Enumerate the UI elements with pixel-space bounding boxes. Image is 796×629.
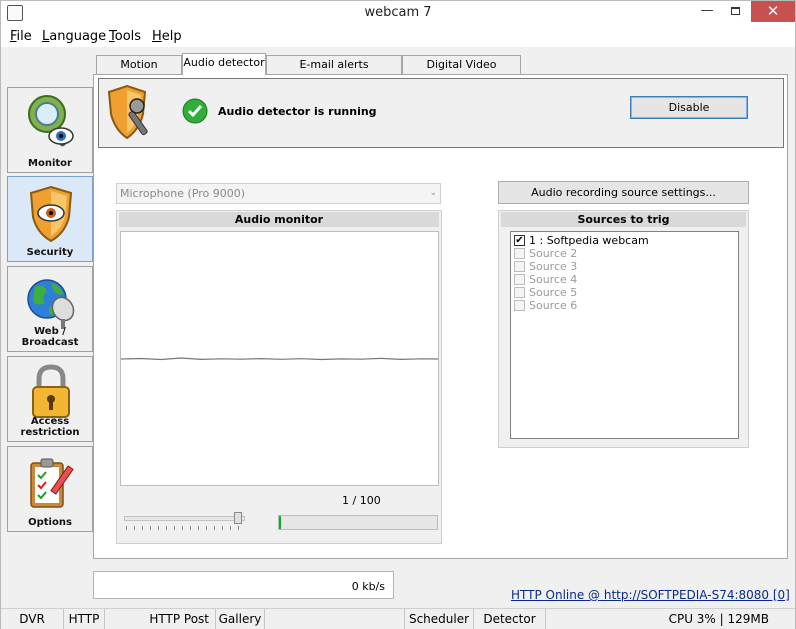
status-dvr[interactable]: DVR: [1, 609, 64, 629]
clipboard-pencil-icon: [30, 458, 74, 508]
maximize-icon: [730, 7, 740, 15]
sensitivity-slider[interactable]: [124, 516, 245, 521]
tab-digital-video-recording[interactable]: Digital Video Recording: [402, 55, 521, 88]
app-window: webcam 7 — ✕ File Language Tools Help Mo…: [0, 0, 796, 629]
check-ok-icon: [182, 98, 208, 124]
audio-monitor-title: Audio monitor: [119, 212, 439, 227]
waveform-line: [121, 357, 438, 361]
http-online-link[interactable]: HTTP Online @ http://SOFTPEDIA-S74:8080 …: [511, 588, 790, 602]
audio-monitor-group: Audio monitor 1 / 100: [116, 210, 442, 544]
sidebar-item-security[interactable]: Security: [7, 176, 93, 262]
audio-source-settings-button[interactable]: Audio recording source settings...: [498, 181, 749, 204]
sources-to-trig-title: Sources to trig: [501, 212, 746, 227]
audio-counter: 1 / 100: [342, 494, 381, 507]
source-checkbox: [514, 248, 525, 259]
menu-file[interactable]: File: [10, 29, 32, 44]
minimize-button[interactable]: —: [694, 1, 720, 22]
sidebar-item-options[interactable]: Options: [7, 446, 93, 532]
source-checkbox: [514, 274, 525, 285]
window-title: webcam 7: [364, 5, 432, 20]
sidebar-item-monitor[interactable]: Monitor: [7, 87, 93, 173]
audio-device-value: Microphone (Pro 9000): [120, 187, 246, 200]
shield-microphone-icon: [107, 84, 148, 140]
title-bar[interactable]: webcam 7 — ✕: [1, 1, 795, 27]
menu-tools[interactable]: Tools: [109, 29, 141, 44]
sidebar-item-web-broadcast[interactable]: Web / Broadcast: [7, 266, 93, 352]
menu-bar: File Language Tools Help: [1, 27, 795, 47]
sources-list: ✔ 1 : Softpedia webcam Source 2 Source 3 Sou…: [510, 231, 739, 439]
sidebar-item-label: Options: [28, 517, 72, 528]
sidebar-item-label: Security: [26, 247, 74, 258]
source-label: Source 4: [529, 273, 578, 286]
status-detector[interactable]: Detector: [474, 609, 546, 629]
slider-ticks: [126, 526, 244, 530]
audio-level-meter: [278, 515, 438, 530]
status-bar: DVR HTTP HTTP Post Gallery Scheduler Det…: [1, 608, 795, 629]
sidebar-item-label: Web / Broadcast: [21, 326, 79, 348]
bandwidth-box: 0 kb/s: [93, 571, 394, 599]
source-label: Source 6: [529, 299, 578, 312]
source-label: 1 : Softpedia webcam: [529, 234, 649, 247]
sensitivity-slider-thumb[interactable]: [234, 512, 242, 524]
menu-help[interactable]: Help: [152, 29, 182, 44]
close-button[interactable]: ✕: [751, 1, 795, 22]
source-checkbox: [514, 300, 525, 311]
monitor-eye-icon: [28, 95, 74, 147]
sidebar-item-label: Access restriction: [20, 416, 80, 438]
status-empty: [265, 609, 405, 629]
disable-button[interactable]: Disable: [630, 96, 748, 119]
status-http[interactable]: HTTP: [64, 609, 105, 629]
status-cpu-memory: CPU 3% | 129MB: [668, 612, 769, 626]
source-checkbox[interactable]: ✔: [514, 235, 525, 246]
audio-device-select[interactable]: Microphone (Pro 9000) ⌄: [116, 183, 441, 204]
sources-to-trig-group: Sources to trig ✔ 1 : Softpedia webcam Sou…: [498, 210, 749, 448]
detector-status-text: Audio detector is running: [218, 105, 377, 118]
source-checkbox: [514, 287, 525, 298]
source-label: Source 5: [529, 286, 578, 299]
source-label: Source 2: [529, 247, 578, 260]
audio-waveform: [120, 231, 439, 486]
status-scheduler[interactable]: Scheduler: [405, 609, 474, 629]
tab-email-alerts[interactable]: E-mail alerts configuration: [266, 55, 402, 88]
sidebar-item-label: Monitor: [28, 158, 72, 169]
maximize-button[interactable]: [722, 1, 748, 22]
source-label: Source 3: [529, 260, 578, 273]
chevron-down-icon: ⌄: [429, 188, 437, 198]
tab-motion-detector[interactable]: Motion detector: [96, 55, 182, 88]
bandwidth-value: 0 kb/s: [351, 580, 385, 593]
audio-level-fill: [279, 516, 281, 529]
detector-status-box: Audio detector is running Disable: [98, 78, 784, 148]
status-http-post[interactable]: HTTP Post: [105, 609, 216, 629]
tab-audio-detector[interactable]: Audio detector: [182, 53, 266, 75]
status-gallery[interactable]: Gallery: [216, 609, 265, 629]
shield-eye-icon: [29, 185, 73, 243]
sidebar-item-access-restriction[interactable]: Access restriction: [7, 356, 93, 442]
audio-detector-panel: Audio detector is running Disable Microp…: [93, 74, 788, 559]
source-checkbox: [514, 261, 525, 272]
menu-language[interactable]: Language: [42, 29, 106, 44]
